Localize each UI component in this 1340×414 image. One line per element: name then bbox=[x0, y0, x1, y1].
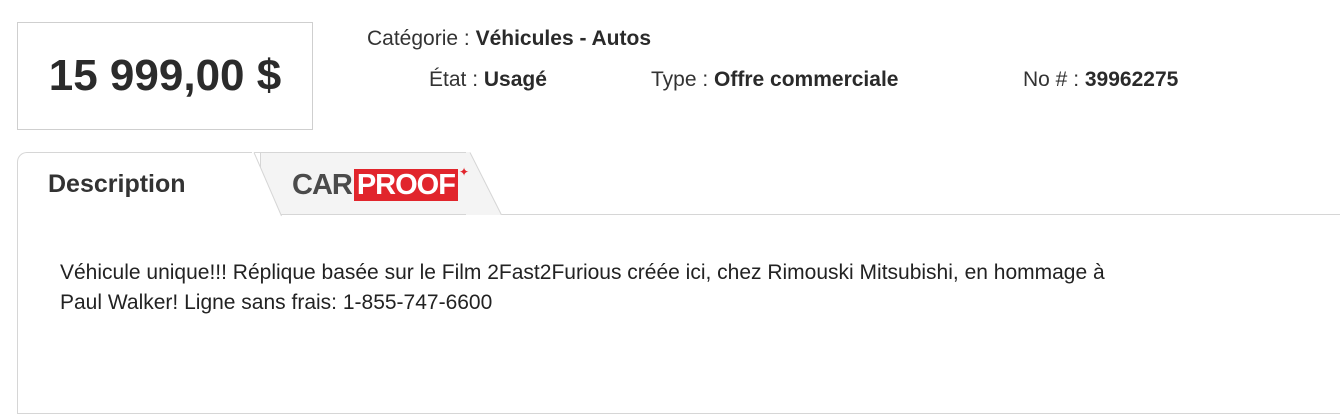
price-value: 15 999,00 $ bbox=[48, 51, 282, 100]
tab-carproof[interactable]: CAR PROOF ✦ bbox=[249, 152, 502, 215]
type-label: Type : bbox=[651, 68, 709, 91]
tab-description[interactable]: Description bbox=[17, 152, 282, 217]
carproof-logo-car: CAR bbox=[292, 169, 353, 201]
price-box: 15 999,00 $ bbox=[17, 22, 313, 130]
tab-description-label: Description bbox=[48, 170, 186, 198]
maple-leaf-icon: ✦ bbox=[458, 165, 470, 179]
description-text: Véhicule unique!!! Réplique basée sur le… bbox=[60, 258, 1300, 318]
description-line: Paul Walker! Ligne sans frais: 1-855-747… bbox=[60, 291, 493, 314]
carproof-logo: CAR PROOF ✦ bbox=[292, 165, 469, 201]
ad-number-row: No # : 39962275 bbox=[1023, 68, 1178, 92]
condition-value: Usagé bbox=[483, 68, 547, 91]
carproof-logo-proof: PROOF bbox=[353, 169, 458, 201]
description-line: Véhicule unique!!! Réplique basée sur le… bbox=[60, 261, 1105, 284]
tab-slant bbox=[252, 152, 282, 217]
condition-label: État : bbox=[429, 68, 479, 91]
condition-row: État : Usagé bbox=[429, 68, 547, 92]
tab-slant bbox=[466, 152, 502, 215]
ad-number-label: No # : bbox=[1023, 68, 1080, 91]
category-label: Catégorie : bbox=[367, 27, 470, 50]
type-value: Offre commerciale bbox=[714, 68, 899, 91]
ad-number-value: 39962275 bbox=[1084, 68, 1179, 91]
category-row: Catégorie : Véhicules - Autos bbox=[367, 27, 651, 51]
category-value: Véhicules - Autos bbox=[475, 27, 652, 50]
type-row: Type : Offre commerciale bbox=[651, 68, 898, 92]
